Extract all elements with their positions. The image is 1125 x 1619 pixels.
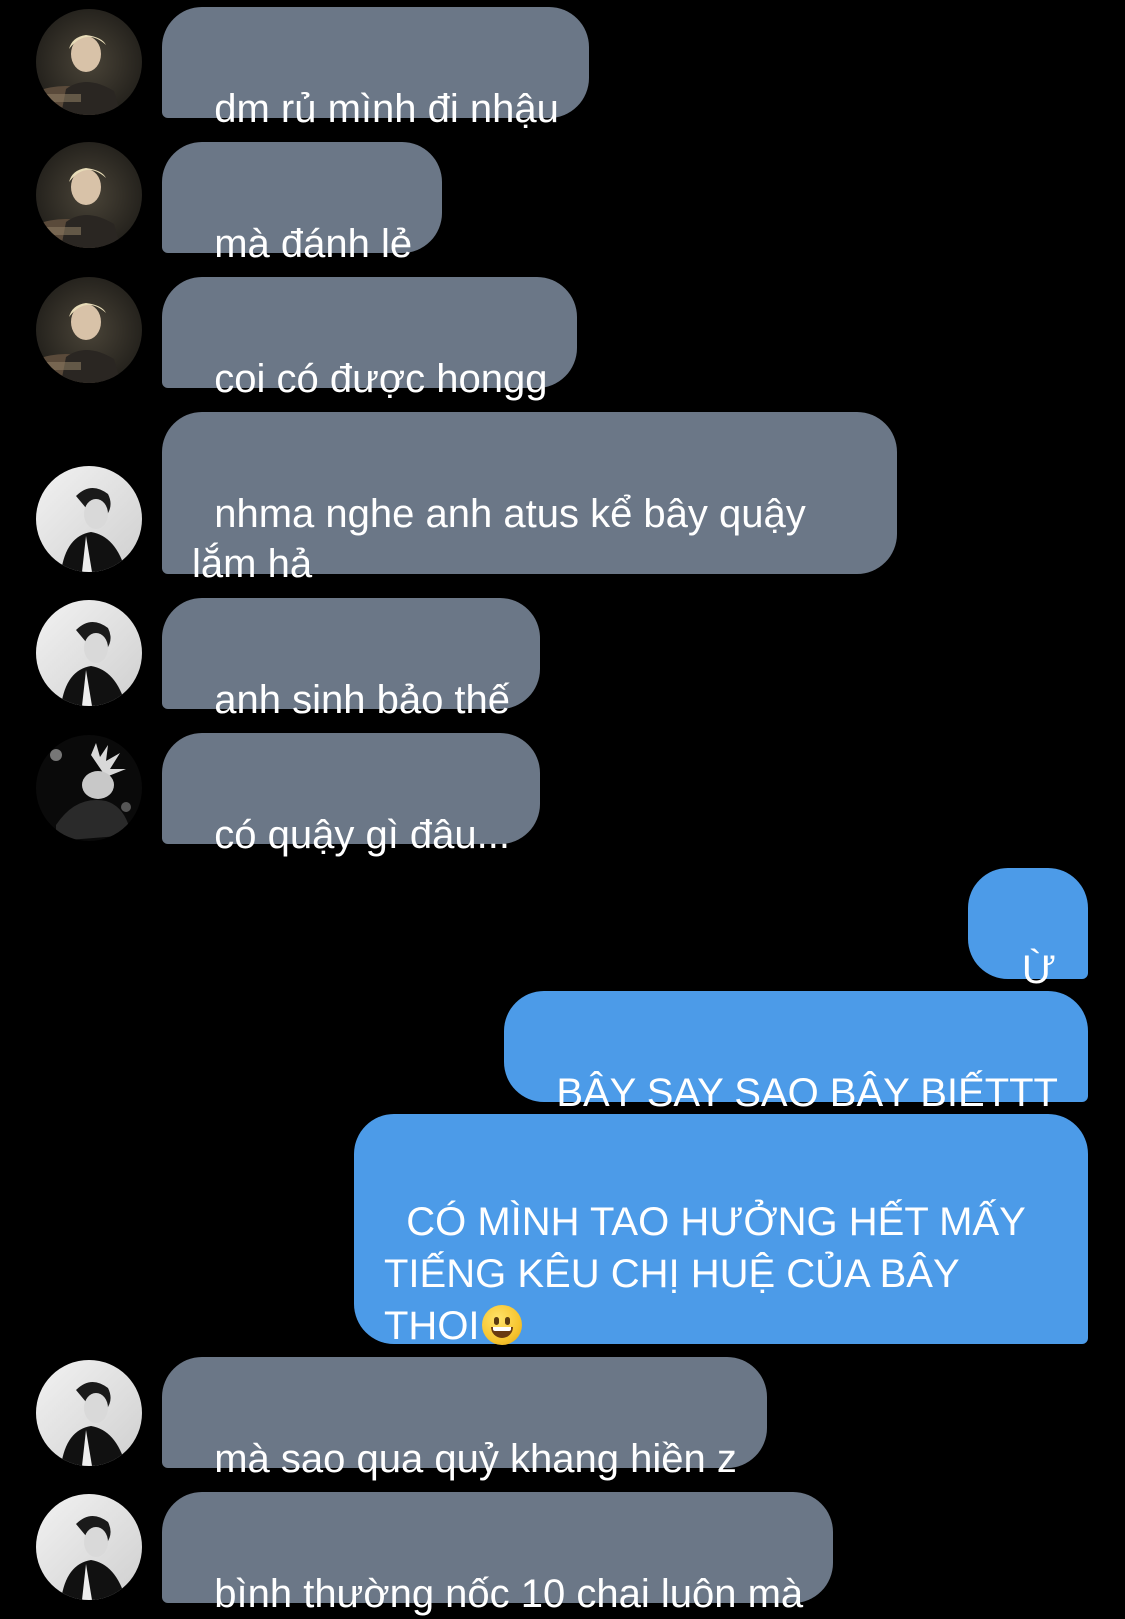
avatar-bw[interactable] xyxy=(36,1494,142,1600)
incoming-message: coi có được hongg xyxy=(162,277,578,401)
incoming-message: dm rủ mình đi nhậu xyxy=(162,7,589,131)
message-text: có quậy gì đâu... xyxy=(214,813,510,857)
incoming-message: anh sinh bảo thế xyxy=(162,598,541,722)
incoming-message: bình thường nốc 10 chai luôn mà xyxy=(162,1492,834,1616)
avatar-blond[interactable] xyxy=(36,142,142,248)
outgoing-message: CÓ MÌNH TAO HƯỞNG HẾT MẤY TIẾNG KÊU CHỊ … xyxy=(354,1114,1088,1348)
grinning-face-emoji xyxy=(481,1305,522,1345)
avatar-blond[interactable] xyxy=(36,277,142,383)
outgoing-message: BÂY SAY SAO BÂY BIẾTTT xyxy=(504,991,1088,1115)
avatar-blond[interactable] xyxy=(36,9,142,115)
incoming-message: mà đánh lẻ xyxy=(162,142,443,266)
avatar-dark[interactable] xyxy=(36,735,142,841)
message-text: Ừ xyxy=(1021,948,1056,992)
incoming-message: nhma nghe anh atus kể bây quậy lắm hả xyxy=(162,412,897,586)
incoming-message: mà sao qua quỷ khang hiền z xyxy=(162,1357,767,1481)
message-text: dm rủ mình đi nhậu xyxy=(214,87,559,131)
message-text: bình thường nốc 10 chai luôn mà xyxy=(214,1572,804,1616)
avatar-bw[interactable] xyxy=(36,466,142,572)
message-text: coi có được hongg xyxy=(214,357,548,401)
message-text: BÂY SAY SAO BÂY BIẾTTT xyxy=(556,1071,1058,1115)
message-text: mà sao qua quỷ khang hiền z xyxy=(214,1437,737,1481)
avatar-bw[interactable] xyxy=(36,1360,142,1466)
outgoing-message: Ừ xyxy=(967,868,1088,992)
message-text: mà đánh lẻ xyxy=(214,222,413,266)
message-text: anh sinh bảo thế xyxy=(214,678,511,722)
message-text: nhma nghe anh atus kể bây quậy lắm hả xyxy=(192,492,817,586)
avatar-bw[interactable] xyxy=(36,600,142,706)
incoming-message: có quậy gì đâu... xyxy=(162,733,540,857)
